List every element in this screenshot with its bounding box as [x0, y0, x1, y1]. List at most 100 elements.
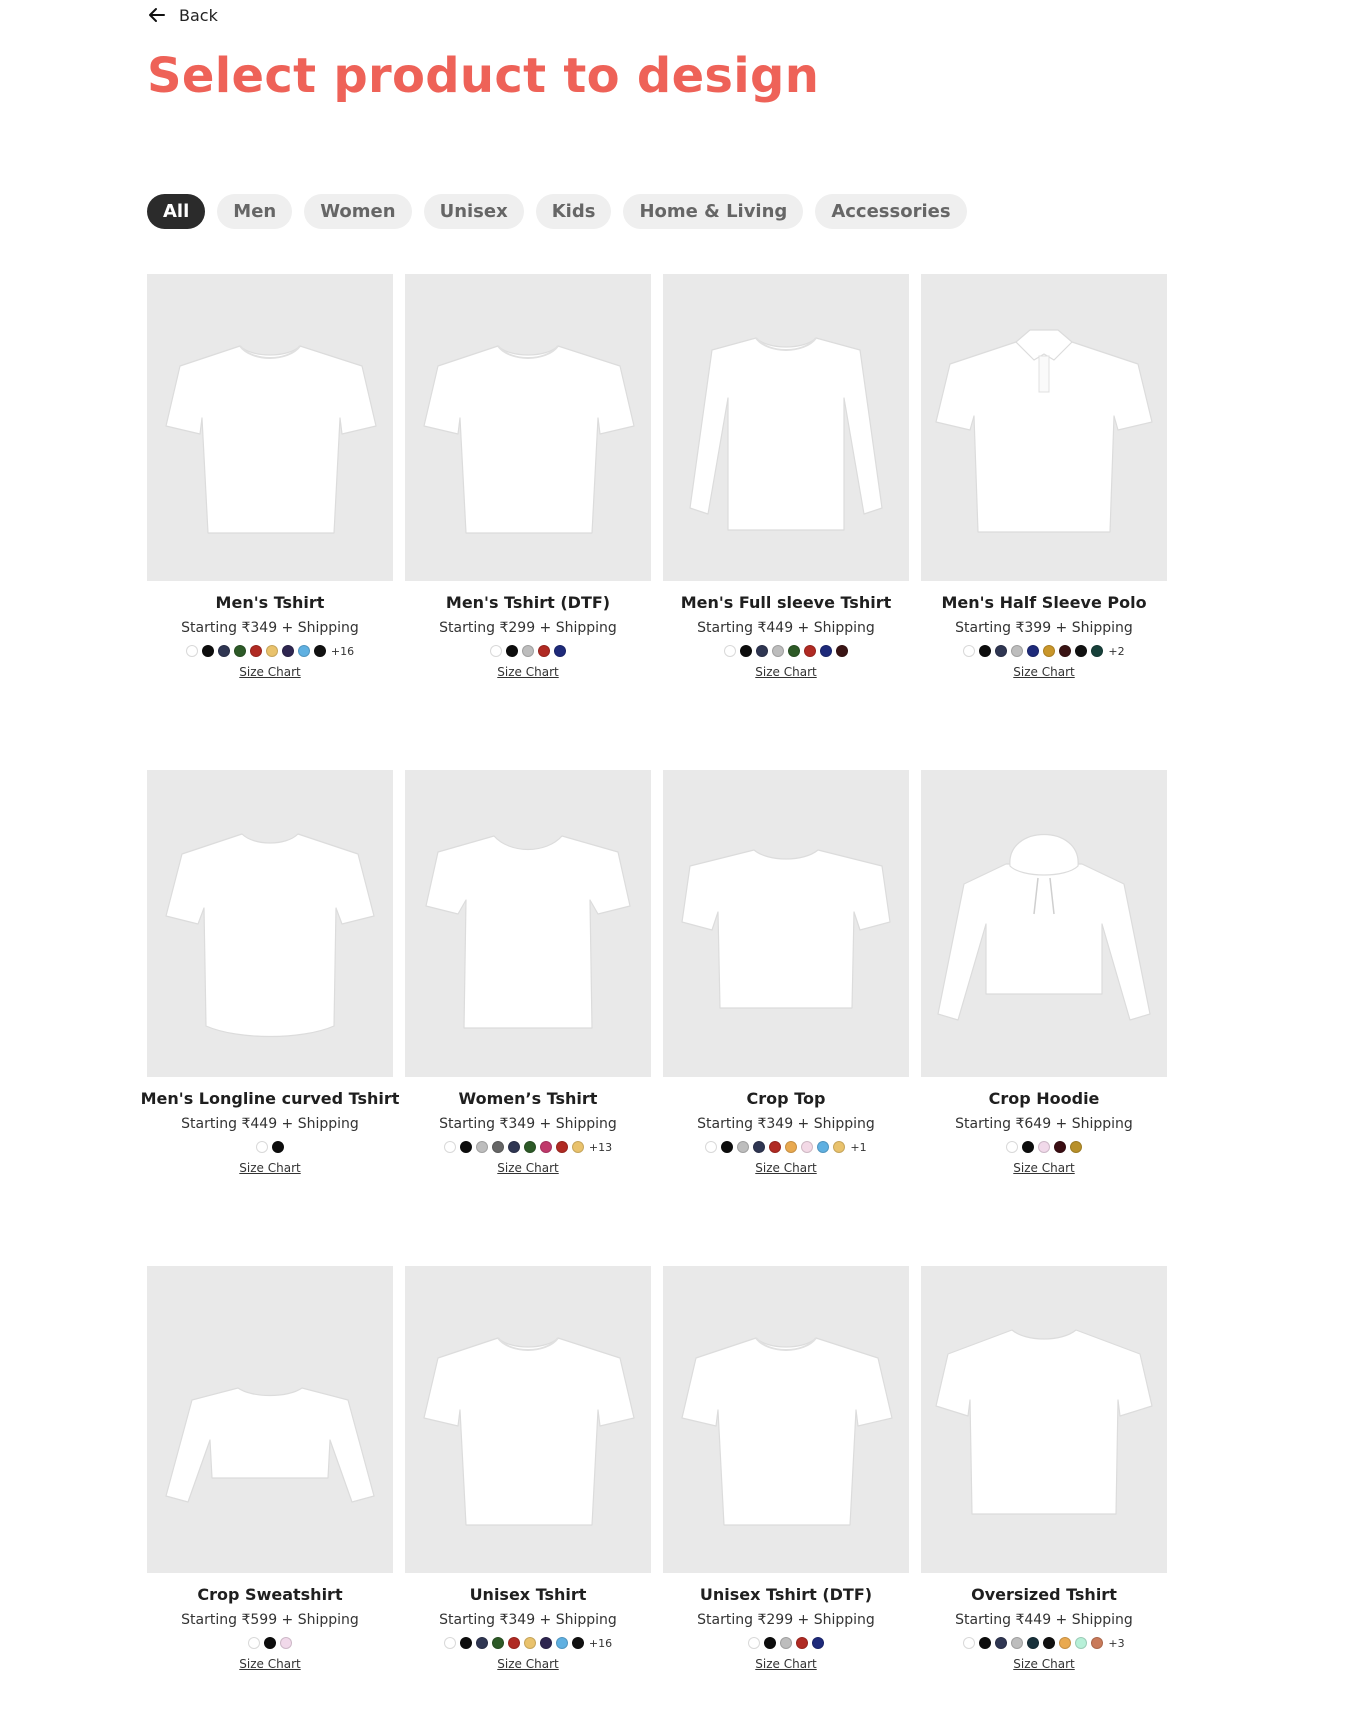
color-swatch[interactable] — [1038, 1141, 1050, 1153]
color-swatch[interactable] — [737, 1141, 750, 1153]
product-image[interactable] — [147, 274, 393, 581]
color-swatch[interactable] — [313, 645, 326, 657]
color-swatch[interactable] — [979, 645, 992, 657]
color-swatch[interactable] — [780, 1637, 792, 1649]
category-chip-home-living[interactable]: Home & Living — [623, 194, 804, 229]
color-swatch[interactable] — [523, 1141, 536, 1153]
size-chart-link[interactable]: Size Chart — [497, 1657, 558, 1671]
color-swatch[interactable] — [443, 1637, 456, 1649]
color-swatch[interactable] — [724, 645, 736, 657]
color-swatch[interactable] — [297, 645, 310, 657]
color-swatch[interactable] — [507, 1141, 520, 1153]
color-swatch[interactable] — [555, 1141, 568, 1153]
color-swatch[interactable] — [1075, 1637, 1088, 1649]
product-card[interactable]: Crop Sweatshirt Starting ₹599 + Shipping S… — [147, 1266, 393, 1716]
color-swatch[interactable] — [506, 645, 518, 657]
color-swatch[interactable] — [256, 1141, 268, 1153]
color-swatch[interactable] — [1091, 1637, 1104, 1649]
product-card[interactable]: Crop Hoodie Starting ₹649 + Shipping Size … — [921, 770, 1167, 1266]
color-swatch[interactable] — [1091, 645, 1104, 657]
product-image[interactable] — [663, 770, 909, 1077]
product-card[interactable]: Men's Longline curved Tshirt Starting ₹44… — [141, 770, 399, 1266]
color-swatch[interactable] — [1070, 1141, 1082, 1153]
color-swatch[interactable] — [772, 645, 784, 657]
color-swatch[interactable] — [1027, 645, 1040, 657]
product-image[interactable] — [405, 1266, 651, 1573]
color-swatch[interactable] — [507, 1637, 520, 1649]
size-chart-link[interactable]: Size Chart — [755, 1657, 816, 1671]
color-swatch[interactable] — [788, 645, 800, 657]
color-swatch[interactable] — [280, 1637, 292, 1649]
product-card[interactable]: Men's Full sleeve Tshirt Starting ₹449 + … — [663, 274, 909, 770]
product-image[interactable] — [921, 274, 1167, 581]
color-swatch[interactable] — [264, 1637, 276, 1649]
color-swatch[interactable] — [265, 645, 278, 657]
color-swatch[interactable] — [1054, 1141, 1066, 1153]
color-swatch[interactable] — [812, 1637, 824, 1649]
product-card[interactable]: Unisex Tshirt Starting ₹349 + Shipping +16… — [405, 1266, 651, 1716]
color-swatch[interactable] — [963, 1637, 976, 1649]
product-card[interactable]: Men's Half Sleeve Polo Starting ₹399 + Sh… — [921, 274, 1167, 770]
product-image[interactable] — [405, 770, 651, 1077]
color-swatch[interactable] — [804, 645, 816, 657]
product-card[interactable]: Crop Top Starting ₹349 + Shipping +1 Size C… — [663, 770, 909, 1266]
category-chip-unisex[interactable]: Unisex — [423, 194, 524, 229]
color-swatch[interactable] — [769, 1141, 782, 1153]
category-chip-women[interactable]: Women — [304, 194, 412, 229]
color-swatch[interactable] — [459, 1637, 472, 1649]
size-chart-link[interactable]: Size Chart — [1013, 665, 1074, 679]
color-swatch[interactable] — [1027, 1637, 1040, 1649]
size-chart-link[interactable]: Size Chart — [1013, 1161, 1074, 1175]
category-chip-men[interactable]: Men — [217, 194, 293, 229]
color-swatch[interactable] — [1022, 1141, 1034, 1153]
back-button[interactable]: Back — [147, 0, 218, 30]
size-chart-link[interactable]: Size Chart — [1013, 1657, 1074, 1671]
color-swatch[interactable] — [281, 645, 294, 657]
product-image[interactable] — [921, 770, 1167, 1077]
product-image[interactable] — [147, 770, 393, 1077]
color-swatch[interactable] — [740, 645, 752, 657]
color-swatch[interactable] — [820, 645, 832, 657]
color-swatch[interactable] — [522, 645, 534, 657]
size-chart-link[interactable]: Size Chart — [239, 1657, 300, 1671]
color-swatch[interactable] — [475, 1141, 488, 1153]
color-swatch[interactable] — [817, 1141, 830, 1153]
color-swatch[interactable] — [233, 645, 246, 657]
color-swatch[interactable] — [721, 1141, 734, 1153]
color-swatch[interactable] — [571, 1637, 584, 1649]
color-swatch[interactable] — [1006, 1141, 1018, 1153]
size-chart-link[interactable]: Size Chart — [755, 1161, 816, 1175]
color-swatch[interactable] — [753, 1141, 766, 1153]
product-image[interactable] — [921, 1266, 1167, 1573]
color-swatch[interactable] — [801, 1141, 814, 1153]
color-swatch[interactable] — [1011, 645, 1024, 657]
color-swatch[interactable] — [796, 1637, 808, 1649]
color-swatch[interactable] — [475, 1637, 488, 1649]
color-swatch[interactable] — [272, 1141, 284, 1153]
category-chip-kids[interactable]: Kids — [535, 194, 612, 229]
color-swatch[interactable] — [459, 1141, 472, 1153]
product-image[interactable] — [147, 1266, 393, 1573]
color-swatch[interactable] — [554, 645, 566, 657]
color-swatch[interactable] — [539, 1141, 552, 1153]
size-chart-link[interactable]: Size Chart — [239, 1161, 300, 1175]
category-chip-all[interactable]: All — [147, 194, 206, 229]
color-swatch[interactable] — [443, 1141, 456, 1153]
size-chart-link[interactable]: Size Chart — [755, 665, 816, 679]
color-swatch[interactable] — [979, 1637, 992, 1649]
color-swatch[interactable] — [756, 645, 768, 657]
category-chip-accessories[interactable]: Accessories — [815, 194, 967, 229]
color-swatch[interactable] — [764, 1637, 776, 1649]
product-card[interactable]: Men's Tshirt (DTF) Starting ₹299 + Shippi… — [405, 274, 651, 770]
color-swatch[interactable] — [995, 1637, 1008, 1649]
product-image[interactable] — [663, 274, 909, 581]
color-swatch[interactable] — [248, 1637, 260, 1649]
product-card[interactable]: Oversized Tshirt Starting ₹449 + Shipping… — [921, 1266, 1167, 1716]
color-swatch[interactable] — [705, 1141, 718, 1153]
color-swatch[interactable] — [1059, 1637, 1072, 1649]
product-card[interactable]: Men's Tshirt Starting ₹349 + Shipping +16 S… — [147, 274, 393, 770]
size-chart-link[interactable]: Size Chart — [497, 665, 558, 679]
color-swatch[interactable] — [836, 645, 848, 657]
product-image[interactable] — [663, 1266, 909, 1573]
color-swatch[interactable] — [571, 1141, 584, 1153]
